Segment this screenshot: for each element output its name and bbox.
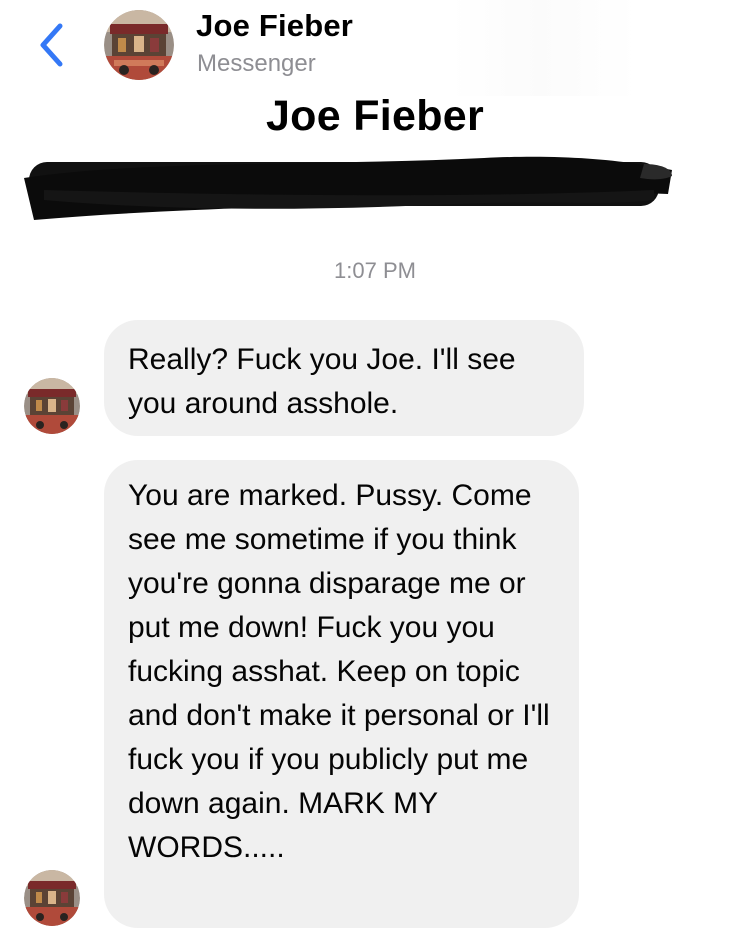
avatar[interactable] — [104, 10, 174, 80]
avatar[interactable] — [24, 378, 80, 434]
back-button[interactable] — [30, 20, 74, 70]
avatar[interactable] — [24, 870, 80, 926]
chevron-left-icon — [40, 23, 63, 67]
message-timestamp: 1:07 PM — [334, 258, 416, 283]
profile-name: Joe Fieber — [265, 92, 485, 140]
redaction-mark — [24, 156, 672, 220]
message-bubble[interactable]: Really? Fuck you Joe. I'll see you aroun… — [104, 320, 584, 436]
header-contact-name[interactable]: Joe Fieber — [196, 8, 353, 44]
conversation-header: Joe Fieber Messenger — [0, 0, 750, 96]
header-subtitle: Messenger — [197, 50, 316, 77]
messenger-screen: Joe Fieber Messenger Joe Fieber 1:07 PM … — [0, 0, 750, 946]
message-bubble[interactable]: You are marked. Pussy. Come see me somet… — [104, 460, 579, 928]
